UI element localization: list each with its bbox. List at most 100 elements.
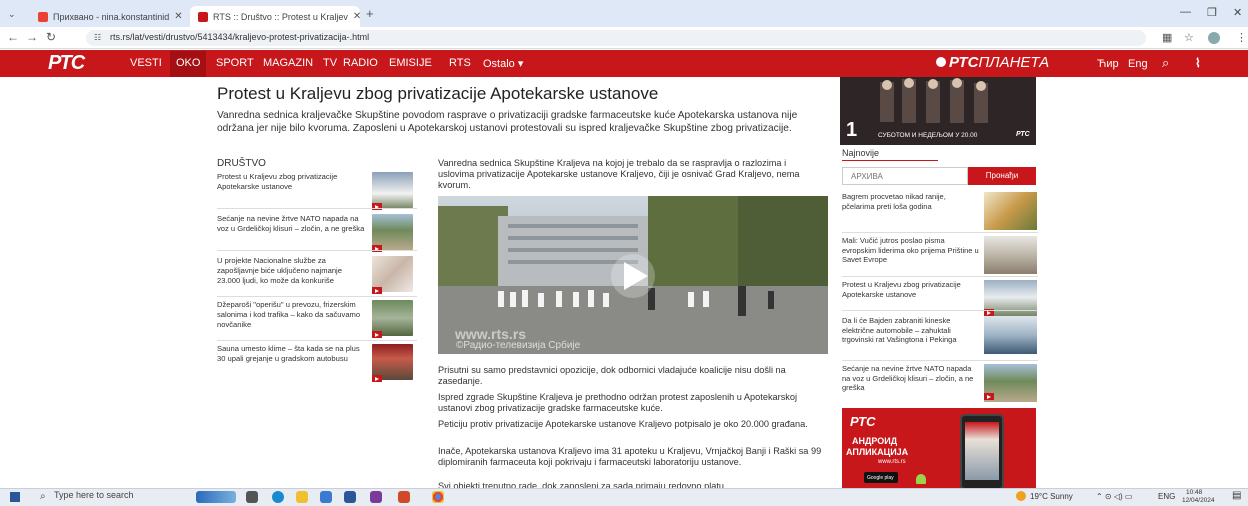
article-paragraph: Peticiju protiv privatizacije Apotekarsk… — [438, 419, 808, 429]
related-item[interactable]: Džeparoši "operišu" u prevozu, frizerski… — [217, 300, 417, 340]
rts-logo[interactable]: РТС — [48, 52, 85, 75]
clock-date[interactable]: 12/04/2024 — [1182, 497, 1215, 504]
latest-news-item[interactable]: Da li će Bajden zabraniti kineske elektr… — [842, 316, 1038, 360]
planeta-label: ПЛАНЕТА — [978, 54, 1050, 71]
rts-planeta-link[interactable]: РТСПЛАНЕТА — [936, 54, 1049, 71]
video-badge-icon — [984, 393, 994, 400]
nav-vesti[interactable]: VESTI — [130, 57, 162, 69]
taskbar-search[interactable]: Type here to search — [36, 490, 166, 504]
nav-radio[interactable]: RADIO — [343, 57, 378, 69]
tab-search-icon[interactable]: ⌄ — [8, 9, 16, 20]
phone-image — [960, 414, 1004, 490]
nav-emisije[interactable]: EMISIJE — [389, 57, 432, 69]
notification-icon[interactable]: ▤ — [1232, 490, 1241, 501]
file-explorer-icon[interactable] — [296, 491, 308, 503]
tv-promo-banner[interactable]: 1 СУБОТОМ И НЕДЕЉОМ У 20.00 РТС — [840, 77, 1036, 145]
divider — [842, 232, 1038, 233]
latest-news-item[interactable]: Protest u Kraljevu zbog privatizacije Ap… — [842, 280, 1038, 320]
chrome-icon[interactable] — [432, 491, 444, 503]
photos-icon[interactable] — [398, 491, 410, 503]
app-banner-logo: РТС — [850, 414, 876, 429]
profile-avatar[interactable] — [1208, 32, 1220, 44]
word-icon[interactable] — [344, 491, 356, 503]
divider — [842, 310, 1038, 311]
article-paragraph: Prisutni su samo predstavnici opozicije,… — [438, 365, 786, 386]
latest-news-item[interactable]: Bagrem procvetao nikad ranije, pčelarima… — [842, 192, 1038, 232]
news-title: Mali: Vučić jutros poslao pisma evropski… — [842, 236, 979, 264]
cyrillic-link[interactable]: Ћир — [1097, 58, 1119, 70]
reload-icon[interactable]: ↻ — [46, 30, 56, 44]
latest-news-item[interactable]: Sećanje na nevine žrtve NATO napada na v… — [842, 364, 1038, 404]
task-view-icon[interactable] — [246, 491, 258, 503]
article-paragraph: Vanredna sednica Skupštine Kraljeva na k… — [438, 158, 800, 190]
video-badge-icon — [372, 375, 382, 382]
banner-brand: РТС — [1016, 131, 1030, 138]
extensions-icon[interactable]: ▦ — [1162, 31, 1172, 44]
nav-tv[interactable]: TV — [323, 57, 337, 69]
back-icon[interactable]: ← — [7, 30, 19, 44]
search-icon[interactable]: ⌕ — [1162, 55, 1169, 71]
tab-gmail[interactable]: Прихвано - nina.konstantinid ✕ — [30, 6, 190, 27]
tray-icons[interactable]: ⌃ ⊙ ◁) ▭ — [1096, 492, 1132, 501]
android-app-banner[interactable]: РТС АНДРОИД АПЛИКАЦИЈА www.rts.rs Google… — [842, 408, 1036, 492]
nav-sport[interactable]: SPORT — [216, 57, 254, 69]
weather-icon — [1016, 491, 1026, 501]
nav-rts[interactable]: RTS — [449, 57, 471, 69]
app-banner-line2: АПЛИКАЦИЈА — [846, 447, 909, 457]
url-field[interactable]: rts.rs/lat/vesti/drustvo/5413434/kraljev… — [86, 30, 1146, 46]
app-banner-url: www.rts.rs — [878, 459, 906, 465]
rss-icon[interactable]: ⌇ — [1195, 56, 1201, 70]
android-icon — [916, 474, 926, 484]
weather-text[interactable]: 19°C Sunny — [1030, 492, 1073, 501]
related-thumbnail — [372, 214, 413, 252]
article-title: Protest u Kraljevu zbog privatizacije Ap… — [217, 84, 659, 103]
latest-underline — [842, 160, 938, 161]
minimize-icon[interactable]: — — [1180, 6, 1191, 18]
latest-news-item[interactable]: Mali: Vučić jutros poslao pisma evropski… — [842, 236, 1038, 276]
close-icon[interactable]: ✕ — [174, 11, 182, 22]
planeta-icon — [936, 57, 946, 67]
related-item[interactable]: U projekte Nacionalne službe za zapošlja… — [217, 256, 417, 296]
google-play-badge[interactable]: Google play — [864, 472, 898, 483]
search-icon: ⌕ — [40, 491, 46, 502]
news-thumbnail — [984, 192, 1037, 230]
related-thumbnail — [372, 300, 413, 338]
related-title: Sećanje na nevine žrtve NATO napada na v… — [217, 214, 365, 233]
windows-start-icon[interactable] — [10, 492, 20, 502]
related-item[interactable]: Sećanje na nevine žrtve NATO napada na v… — [217, 214, 417, 254]
close-icon[interactable]: ✕ — [353, 11, 360, 22]
clock-time[interactable]: 10:48 — [1186, 489, 1202, 496]
nav-magazin[interactable]: MAGAZIN — [263, 57, 313, 69]
mail-icon[interactable] — [320, 491, 332, 503]
english-link[interactable]: Eng — [1128, 58, 1148, 70]
news-title: Protest u Kraljevu zbog privatizacije Ap… — [842, 280, 961, 299]
tab-rts[interactable]: RTS :: Društvo :: Protest u Kraljev ✕ — [190, 6, 360, 27]
taskbar-news-icon[interactable] — [196, 491, 236, 503]
related-item[interactable]: Sauna umesto klime – šta kada se na plus… — [217, 344, 417, 384]
language-indicator[interactable]: ENG — [1158, 492, 1175, 501]
section-heading[interactable]: DRUŠTVO — [217, 158, 266, 169]
teams-icon[interactable] — [370, 491, 382, 503]
archive-search-button[interactable]: Пронађи — [968, 167, 1036, 185]
related-item[interactable]: Protest u Kraljevu zbog privatizacije Ap… — [217, 172, 417, 212]
nav-oko[interactable]: OKO — [170, 51, 207, 77]
related-thumbnail — [372, 256, 413, 294]
article-lead: Vanredna sednica kraljevačke Skupštine p… — [217, 110, 798, 134]
site-info-icon[interactable]: ☷ — [94, 33, 101, 42]
channel-number: 1 — [846, 119, 858, 141]
edge-icon[interactable] — [272, 491, 284, 503]
divider — [217, 340, 417, 341]
restore-icon[interactable]: ❐ — [1207, 6, 1217, 19]
news-title: Sećanje na nevine žrtve NATO napada na v… — [842, 364, 974, 392]
related-title: U projekte Nacionalne službe za zapošlja… — [217, 256, 342, 285]
forward-icon[interactable]: → — [26, 30, 38, 44]
nav-ostalo[interactable]: Ostalo ▾ — [483, 57, 523, 70]
star-icon[interactable]: ☆ — [1184, 31, 1194, 44]
menu-icon[interactable]: ⋮ — [1236, 31, 1247, 44]
news-thumbnail — [984, 280, 1037, 318]
archive-search-input[interactable] — [842, 167, 968, 185]
window-close-icon[interactable]: ✕ — [1233, 6, 1242, 19]
new-tab-button[interactable]: + — [366, 6, 374, 21]
latest-heading: Najnovije — [842, 148, 880, 158]
article-paragraph: Inače, Apotekarska ustanova Kraljevo ima… — [438, 446, 822, 467]
